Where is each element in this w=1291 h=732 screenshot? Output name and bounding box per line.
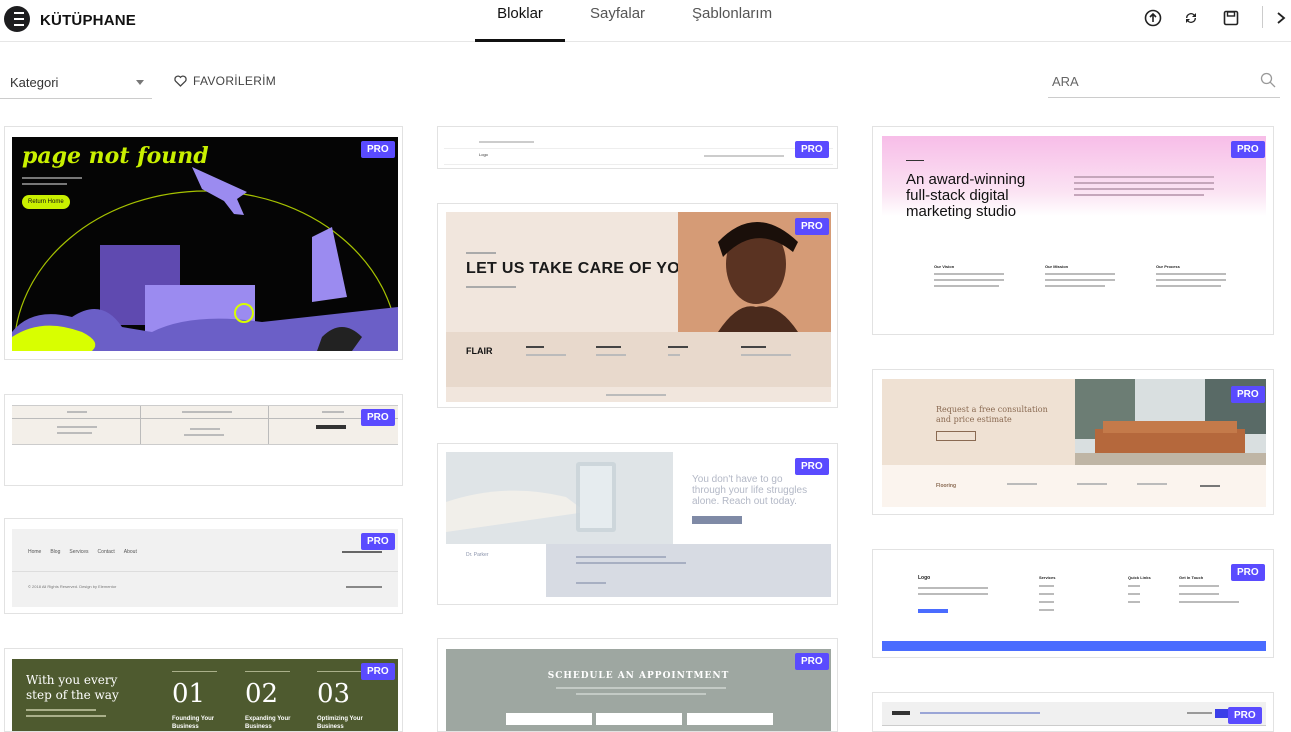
template-preview: Logo Services Quick Links Get In Touch: [882, 559, 1266, 651]
top-bar: KÜTÜPHANE Bloklar Sayfalar Şablonlarım: [0, 0, 1291, 42]
elementor-logo-icon: [4, 6, 30, 32]
template-card-contact-strip[interactable]: PRO: [4, 394, 403, 486]
pro-badge: PRO: [361, 141, 395, 158]
preview-column-title: Our Mission: [1045, 264, 1069, 269]
template-card-agency[interactable]: An award-winning full-stack digital market…: [872, 126, 1274, 335]
template-preview: LET US TAKE CARE OF YOU FLAIR: [446, 212, 831, 402]
template-card-beauty[interactable]: LET US TAKE CARE OF YOU FLAIR PRO: [437, 203, 838, 408]
preview-column-title: Quick Links: [1128, 575, 1151, 580]
preview-brand: Flooring: [936, 483, 956, 489]
pro-badge: PRO: [361, 409, 395, 426]
pro-badge: PRO: [1231, 564, 1265, 581]
template-card-consultation[interactable]: Request a free consultation and price est…: [872, 369, 1274, 515]
preview-copyright: © 2018 All Rights Reserved. Design by El…: [28, 584, 117, 589]
template-card-therapy[interactable]: You don't have to go through your life st…: [437, 443, 838, 605]
template-card-404[interactable]: page not found Return Home PRO: [4, 126, 403, 360]
preview-title: With you every step of the way: [26, 673, 119, 702]
sync-icon[interactable]: [1178, 5, 1204, 31]
category-select-label: Kategori: [10, 75, 59, 90]
heart-icon: [174, 75, 187, 87]
template-preview: page not found Return Home: [12, 137, 398, 351]
pro-badge: PRO: [361, 533, 395, 550]
template-card-footer-links[interactable]: Home Blog Services Contact About © 2018 All …: [4, 518, 403, 614]
template-card-steps[interactable]: With you every step of the way 01 02 03 F…: [4, 648, 403, 732]
template-preview: Request a free consultation and price est…: [882, 379, 1266, 507]
filter-bar: Kategori FAVORİLERİM ARA: [0, 64, 1291, 100]
template-preview: Logo: [444, 135, 833, 165]
preview-step-number: 02: [245, 679, 279, 709]
search-icon: [1260, 72, 1276, 88]
pro-badge: PRO: [1231, 386, 1265, 403]
close-icon[interactable]: [1272, 5, 1290, 31]
template-preview: An award-winning full-stack digital market…: [882, 136, 1266, 326]
template-card-header[interactable]: Logo PRO: [437, 126, 838, 169]
pro-badge: PRO: [795, 653, 829, 670]
template-preview: Home Blog Services Contact About © 2018 All …: [12, 529, 398, 607]
preview-step-number: 03: [317, 679, 351, 709]
preview-step-number: 01: [172, 679, 206, 709]
preview-logo: FLAIR: [466, 346, 493, 356]
preview-logo: Logo: [479, 152, 488, 157]
preview-title: An award-winning full-stack digital market…: [906, 171, 1026, 220]
template-card-navbar[interactable]: PRO: [872, 692, 1274, 732]
library-tabs: Bloklar Sayfalar Şablonlarım: [475, 0, 772, 42]
template-card-footer-columns[interactable]: Logo Services Quick Links Get In Touch P…: [872, 549, 1274, 658]
template-preview: [882, 702, 1266, 726]
tab-blocks[interactable]: Bloklar: [475, 0, 565, 42]
favorites-label: FAVORİLERİM: [193, 74, 277, 88]
preview-title: LET US TAKE CARE OF YOU: [466, 260, 692, 277]
pro-badge: PRO: [1228, 707, 1262, 724]
preview-column-title: Services: [1039, 575, 1056, 580]
preview-name: Dr. Parker: [466, 552, 489, 558]
chevron-down-icon: [136, 80, 144, 85]
preview-column-title: Get In Touch: [1179, 575, 1204, 580]
preview-title: SCHEDULE AN APPOINTMENT: [547, 671, 730, 681]
pro-badge: PRO: [795, 218, 829, 235]
save-icon[interactable]: [1218, 5, 1244, 31]
category-select[interactable]: Kategori: [0, 64, 152, 99]
preview-step-label: Expanding Your Business: [245, 716, 291, 730]
upload-icon[interactable]: [1140, 5, 1166, 31]
preview-column-title: Our Process: [1156, 264, 1180, 269]
preview-step-label: Optimizing Your Business: [317, 716, 363, 730]
template-preview: SCHEDULE AN APPOINTMENT: [446, 649, 831, 731]
preview-title: Request a free consultation and price est…: [936, 405, 1048, 424]
pro-badge: PRO: [361, 663, 395, 680]
pro-badge: PRO: [1231, 141, 1265, 158]
template-preview: With you every step of the way 01 02 03 F…: [12, 659, 398, 731]
preview-step-label: Founding Your Business: [172, 716, 215, 730]
template-preview: You don't have to go through your life st…: [446, 452, 831, 597]
preview-logo: Logo: [918, 575, 931, 581]
preview-links: Home Blog Services Contact About: [28, 549, 137, 555]
library-title: KÜTÜPHANE: [40, 12, 136, 29]
tab-pages[interactable]: Sayfalar: [565, 0, 645, 42]
preview-title: You don't have to go through your life st…: [692, 474, 808, 507]
search-field[interactable]: ARA: [1048, 64, 1280, 98]
pro-badge: PRO: [795, 458, 829, 475]
toolbar-divider: [1262, 6, 1263, 28]
tab-my-templates[interactable]: Şablonlarım: [645, 0, 772, 42]
template-preview: [12, 405, 398, 445]
workspace-image: [446, 452, 673, 544]
template-card-appointment[interactable]: SCHEDULE AN APPOINTMENT PRO: [437, 638, 838, 732]
preview-column-title: Our Vision: [934, 264, 955, 269]
favorites-button[interactable]: FAVORİLERİM: [174, 74, 276, 88]
search-placeholder: ARA: [1052, 74, 1079, 89]
pro-badge: PRO: [795, 141, 829, 158]
